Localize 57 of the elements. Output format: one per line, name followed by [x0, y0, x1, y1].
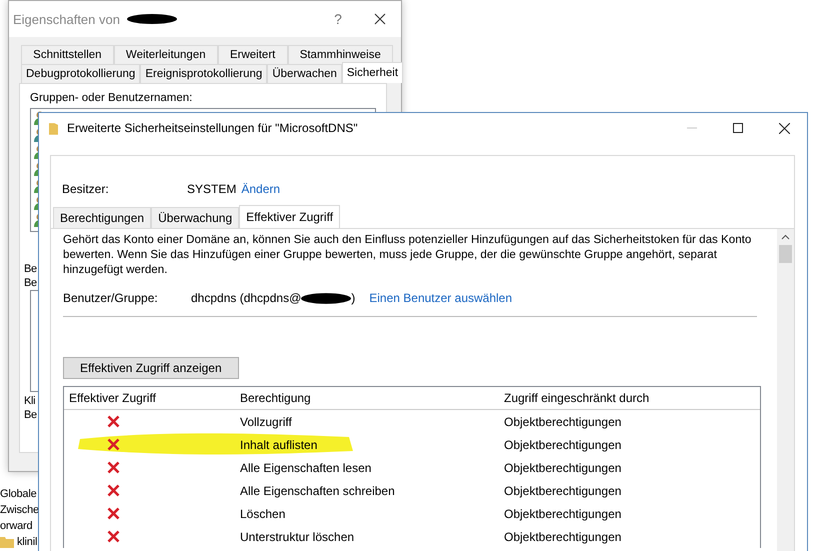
- table-cell-text: Alle Eigenschaften schreiben: [240, 484, 396, 498]
- label: Be: [24, 408, 37, 422]
- close-icon: [374, 13, 386, 25]
- groups-label: Gruppen- oder Benutzernamen:: [30, 92, 194, 104]
- table-cell: Objektberechtigungen: [504, 484, 622, 498]
- redaction-mark: [301, 292, 352, 304]
- tab[interactable]: Ereignisprotokollierung: [140, 64, 268, 83]
- tab[interactable]: Weiterleitungen: [114, 45, 218, 64]
- user-value: dhcpdns (dhcpdns@: [191, 291, 302, 305]
- column-header: Zugriff eingeschränkt durch: [504, 391, 650, 405]
- tree-item[interactable]: orward: [0, 520, 32, 532]
- scroll-up-icon: [781, 234, 790, 240]
- tree-item[interactable]: Zwische: [0, 504, 39, 516]
- table-cell-text: Unterstruktur löschen: [240, 530, 356, 544]
- table-cell-text: Inhalt auflisten: [240, 438, 318, 452]
- change-link[interactable]: Ändern: [241, 182, 280, 196]
- scrollbar[interactable]: [777, 229, 794, 551]
- description-text: Gehört das Konto einer Domäne an, können Sie auch den Einfluss potenzieller Hinzufügungen auf das Sicherheitstoken für das Konto bewerten. Wenn Sie das Hinzufügen einer Gruppe bewerten, muss jede Gruppe, der die gewünschte Gruppe angehört, separat hinzugefügt werden.: [63, 232, 752, 277]
- tab[interactable]: Stammhinweise: [288, 45, 394, 64]
- window-title: Erweiterte Sicherheitseinstellungen für "MicrosoftDNS": [67, 121, 358, 135]
- tab[interactable]: Debugprotokollierung: [21, 64, 140, 83]
- tree-item[interactable]: Globale: [0, 488, 37, 500]
- window-title: Eigenschaften von: [13, 12, 120, 26]
- maximize-icon: [733, 123, 743, 133]
- table-cell-text: Vollzugriff: [240, 414, 293, 428]
- table-cell: Objektberechtigungen: [504, 414, 622, 428]
- user-value-end: ): [351, 291, 356, 305]
- column-header: Berechtigung: [240, 391, 312, 405]
- redaction-mark: [126, 14, 178, 24]
- label: Be: [24, 262, 37, 276]
- tab[interactable]: Überwachung: [151, 207, 240, 228]
- minimize-icon: [687, 127, 697, 129]
- select-user-link[interactable]: Einen Benutzer auswählen: [369, 291, 512, 305]
- table-cell-text: Löschen: [240, 506, 286, 520]
- folder-icon: [49, 122, 58, 134]
- tree-item[interactable]: klinil: [17, 536, 38, 548]
- help-button[interactable]: ?: [317, 4, 359, 34]
- tab[interactable]: Sicherheit: [342, 62, 404, 83]
- show-effective-access-button[interactable]: Effektiven Zugriff anzeigen: [63, 357, 239, 379]
- table-cell: Objektberechtigungen: [504, 460, 622, 474]
- tab[interactable]: Schnittstellen: [21, 45, 114, 64]
- owner-label: Besitzer:: [62, 182, 110, 196]
- table-cell: Objektberechtigungen: [504, 530, 622, 544]
- label: Be: [24, 276, 37, 290]
- table-cell: Objektberechtigungen: [504, 438, 622, 452]
- table-cell-text: Alle Eigenschaften lesen: [240, 460, 372, 474]
- column-header: Effektiver Zugriff: [68, 391, 157, 405]
- tab[interactable]: Berechtigungen: [53, 207, 152, 228]
- close-icon: [778, 122, 790, 134]
- tab[interactable]: Überwachen: [267, 64, 342, 83]
- user-label: Benutzer/Gruppe:: [63, 291, 159, 305]
- label: Kli: [24, 394, 36, 408]
- table-cell: Objektberechtigungen: [504, 506, 622, 520]
- tab[interactable]: Effektiver Zugriff: [239, 205, 340, 228]
- owner-value: SYSTEM: [187, 182, 236, 196]
- scrollbar-thumb[interactable]: [779, 245, 792, 263]
- tab[interactable]: Erweitert: [218, 45, 288, 64]
